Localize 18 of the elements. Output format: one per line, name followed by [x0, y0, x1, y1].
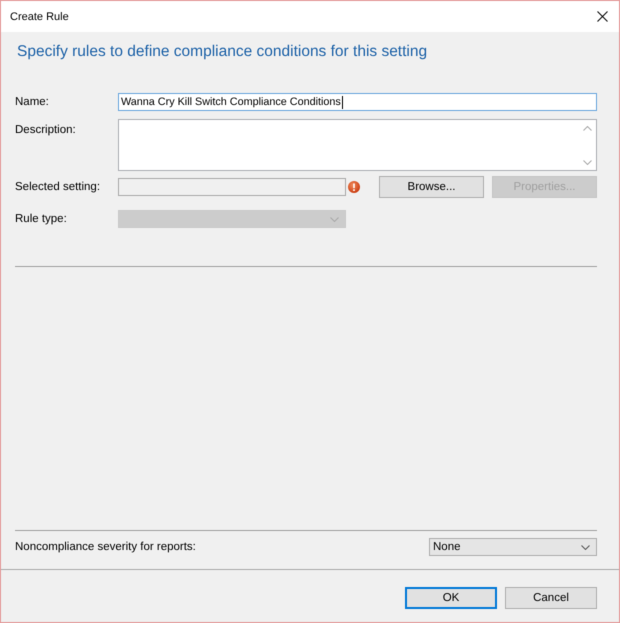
text-area[interactable]: [118, 119, 597, 171]
window-title: Create Rule: [10, 10, 69, 22]
chevron-down-icon: [330, 216, 339, 222]
text-cursor-icon: [342, 96, 343, 108]
dialog-button[interactable]: Cancel: [505, 587, 597, 609]
field-label: Noncompliance severity for reports:: [15, 540, 196, 554]
close-icon[interactable]: [597, 11, 608, 22]
dialog-button[interactable]: OK: [405, 587, 497, 609]
severity-dropdown[interactable]: None: [429, 538, 597, 556]
chevron-down-icon: [581, 544, 590, 550]
chevron-down-icon: [583, 160, 592, 165]
field-label: Description:: [15, 123, 77, 137]
field-label: Selected setting:: [15, 180, 102, 194]
field-label: Rule type:: [15, 212, 68, 226]
field-label: Name:: [15, 95, 50, 109]
text-field[interactable]: Wanna Cry Kill Switch Compliance Conditions: [118, 93, 597, 111]
chevron-up-icon: [583, 126, 592, 131]
dialog-heading: Specify rules to define compliance conditions for this setting: [17, 43, 428, 61]
